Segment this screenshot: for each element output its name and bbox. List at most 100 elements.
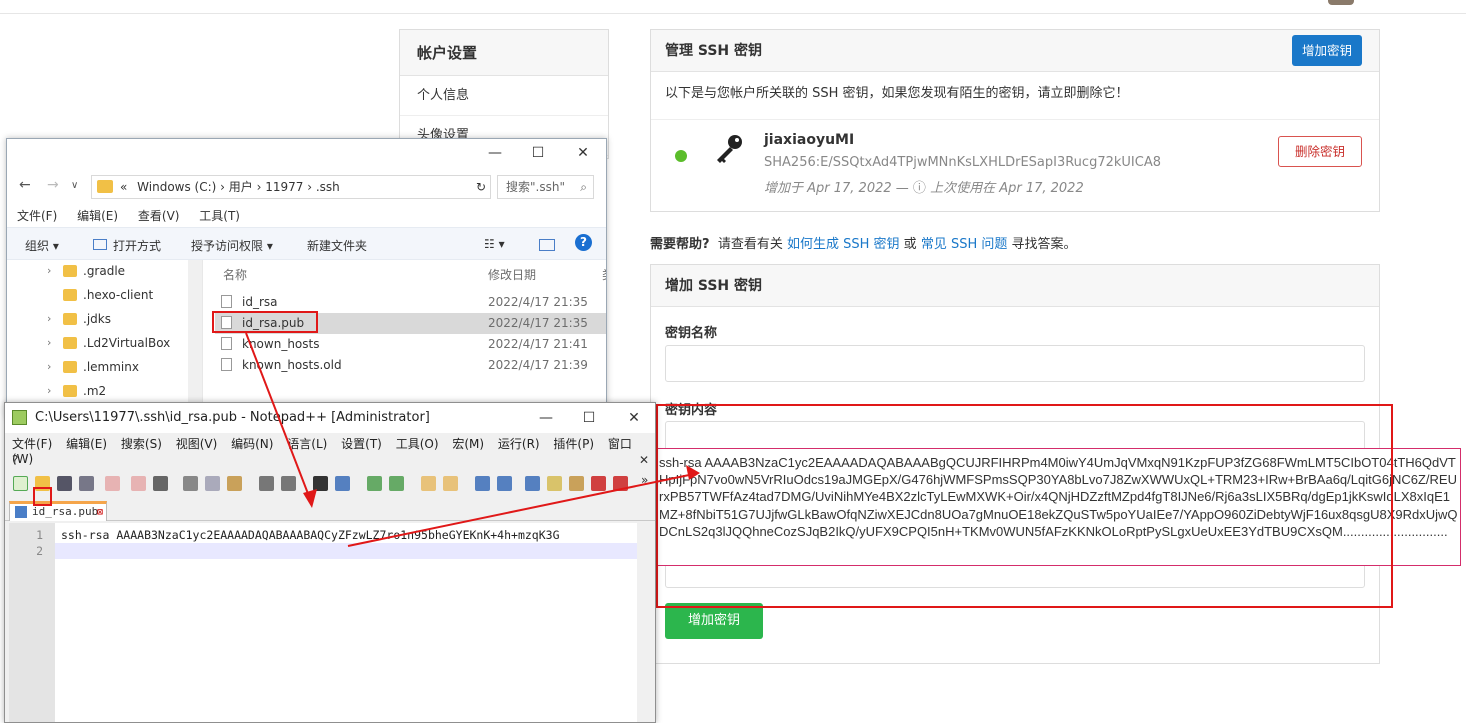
undo-icon[interactable] bbox=[259, 476, 274, 491]
panel-header: 管理 SSH 密钥 增加密钥 bbox=[651, 30, 1379, 72]
tab-close-icon[interactable]: ⊠ bbox=[97, 505, 103, 521]
user-avatar[interactable] bbox=[1328, 0, 1354, 5]
npp-menu-plugins[interactable]: 插件(P) bbox=[553, 437, 594, 451]
record-macro-icon[interactable] bbox=[591, 476, 606, 491]
minimize-icon[interactable]: — bbox=[484, 143, 506, 163]
npp-menu-edit[interactable]: 编辑(E) bbox=[66, 437, 107, 451]
npp-menu-run[interactable]: 运行(R) bbox=[498, 437, 540, 451]
search-icon[interactable]: ⌕ bbox=[580, 176, 587, 198]
maximize-icon[interactable]: ☐ bbox=[578, 408, 600, 428]
folder-icon bbox=[63, 265, 77, 277]
minimize-icon[interactable]: — bbox=[535, 408, 557, 428]
show-all-chars-icon[interactable] bbox=[497, 476, 512, 491]
cut-icon[interactable] bbox=[183, 476, 198, 491]
save-all-icon[interactable] bbox=[79, 476, 94, 491]
tree-item[interactable]: › .gradle bbox=[47, 260, 125, 282]
npp-menu-search[interactable]: 搜索(S) bbox=[121, 437, 162, 451]
address-part-users[interactable]: 用户 bbox=[229, 180, 253, 194]
paste-icon[interactable] bbox=[227, 476, 242, 491]
refresh-icon[interactable]: ↻ bbox=[476, 176, 486, 198]
submit-add-key-button[interactable]: 增加密钥 bbox=[665, 603, 763, 639]
maximize-icon[interactable]: ☐ bbox=[527, 143, 549, 163]
file-name: known_hosts.old bbox=[242, 358, 342, 372]
column-header-date[interactable]: 修改日期 bbox=[488, 266, 536, 283]
tab-id-rsa-pub[interactable]: id_rsa.pub ⊠ bbox=[9, 501, 107, 521]
close-icon[interactable]: ✕ bbox=[623, 408, 645, 428]
file-row[interactable]: id_rsa 2022/4/17 21:35 文 bbox=[215, 292, 607, 313]
user-lang-icon[interactable] bbox=[547, 476, 562, 491]
indent-guide-icon[interactable] bbox=[525, 476, 540, 491]
menu-view[interactable]: 查看(V) bbox=[138, 209, 180, 223]
npp-menu-file[interactable]: 文件(F) bbox=[12, 437, 52, 451]
key-added-date: 增加于 Apr 17, 2022 — bbox=[764, 181, 909, 196]
help-icon[interactable]: ? bbox=[575, 234, 592, 251]
replace-icon[interactable] bbox=[335, 476, 350, 491]
npp-menu-tools[interactable]: 工具(O) bbox=[396, 437, 439, 451]
tree-scrollbar[interactable] bbox=[188, 260, 202, 417]
address-part-drive[interactable]: Windows (C:) bbox=[137, 180, 216, 194]
file-row[interactable]: known_hosts 2022/4/17 21:41 文 bbox=[215, 334, 606, 355]
new-file-icon[interactable] bbox=[13, 476, 28, 491]
menu-edit[interactable]: 编辑(E) bbox=[77, 209, 118, 223]
address-part-user[interactable]: 11977 bbox=[265, 180, 303, 194]
npp-menu-macro[interactable]: 宏(M) bbox=[452, 437, 484, 451]
link-ssh-faq[interactable]: 常见 SSH 问题 bbox=[921, 237, 1008, 252]
delete-key-button[interactable]: 删除密钥 bbox=[1278, 136, 1362, 167]
close-file-icon[interactable] bbox=[105, 476, 120, 491]
search-input[interactable]: 搜索".ssh" ⌕ bbox=[497, 175, 594, 199]
file-type: 文 bbox=[606, 292, 607, 313]
preview-pane-icon[interactable] bbox=[539, 239, 555, 251]
zoom-out-icon[interactable] bbox=[389, 476, 404, 491]
help-text-3: 寻找答案。 bbox=[1011, 237, 1077, 252]
menu-file[interactable]: 文件(F) bbox=[17, 209, 57, 223]
back-arrow-icon[interactable]: ← bbox=[19, 177, 31, 193]
tree-item[interactable]: › .jdks bbox=[47, 308, 111, 330]
view-options-icon[interactable]: ☷ ▾ bbox=[484, 237, 505, 251]
word-wrap-icon[interactable] bbox=[475, 476, 490, 491]
address-bar[interactable]: « Windows (C:) › 用户 › 11977 › .ssh ↻ bbox=[91, 175, 491, 199]
sidebar-item-profile[interactable]: 个人信息 bbox=[400, 76, 608, 116]
tree-item[interactable]: › .m2 bbox=[47, 380, 106, 402]
save-icon[interactable] bbox=[57, 476, 72, 491]
new-folder-button[interactable]: 新建文件夹 bbox=[307, 237, 367, 254]
editor-line-1[interactable]: ssh-rsa AAAAB3NzaC1yc2EAAAADAQABAAABAQCy… bbox=[61, 527, 636, 543]
tree-item[interactable]: .hexo-client bbox=[47, 284, 153, 306]
copy-icon[interactable] bbox=[205, 476, 220, 491]
key-name-input[interactable] bbox=[665, 345, 1365, 382]
chevron-down-icon[interactable]: ∨ bbox=[71, 180, 78, 191]
address-part-ssh[interactable]: .ssh bbox=[316, 180, 340, 194]
help-text-2: 或 bbox=[903, 237, 917, 252]
file-row[interactable]: known_hosts.old 2022/4/17 21:39 C bbox=[215, 355, 606, 376]
text-editor[interactable]: 1 2 ssh-rsa AAAAB3NzaC1yc2EAAAADAQABAAAB… bbox=[9, 523, 639, 722]
add-key-button[interactable]: 增加密钥 bbox=[1291, 35, 1362, 66]
forward-arrow-icon[interactable]: → bbox=[47, 177, 59, 193]
redo-icon[interactable] bbox=[281, 476, 296, 491]
editor-vertical-scrollbar[interactable] bbox=[637, 523, 655, 722]
npp-menu-help[interactable]: ? bbox=[12, 453, 18, 467]
zoom-in-icon[interactable] bbox=[367, 476, 382, 491]
print-icon[interactable] bbox=[153, 476, 168, 491]
organize-button[interactable]: 组织 ▾ bbox=[25, 237, 59, 254]
grant-access-button[interactable]: 授予访问权限 ▾ bbox=[191, 237, 273, 254]
panel-title: 管理 SSH 密钥 bbox=[665, 43, 763, 59]
npp-menu-encoding[interactable]: 编码(N) bbox=[231, 437, 273, 451]
close-doc-icon[interactable]: ✕ bbox=[639, 453, 649, 467]
npp-menu-settings[interactable]: 设置(T) bbox=[341, 437, 382, 451]
menu-tools[interactable]: 工具(T) bbox=[199, 209, 240, 223]
open-with-button[interactable]: 打开方式 bbox=[113, 237, 161, 254]
npp-menu-view[interactable]: 视图(V) bbox=[176, 437, 218, 451]
find-icon[interactable] bbox=[313, 476, 328, 491]
close-all-icon[interactable] bbox=[131, 476, 146, 491]
sync-vertical-icon[interactable] bbox=[421, 476, 436, 491]
stop-macro-icon[interactable] bbox=[613, 476, 628, 491]
tree-item[interactable]: › .Ld2VirtualBox bbox=[47, 332, 170, 354]
npp-menu-language[interactable]: 语言(L) bbox=[287, 437, 327, 451]
column-header-type[interactable]: 类 bbox=[602, 266, 606, 283]
tree-item[interactable]: › .lemminx bbox=[47, 356, 139, 378]
close-icon[interactable]: ✕ bbox=[572, 143, 594, 163]
doc-map-icon[interactable] bbox=[569, 476, 584, 491]
link-generate-ssh-key[interactable]: 如何生成 SSH 密钥 bbox=[787, 237, 900, 252]
sync-horizontal-icon[interactable] bbox=[443, 476, 458, 491]
toolbar-overflow-icon[interactable]: » bbox=[641, 473, 648, 487]
column-header-name[interactable]: 名称 bbox=[223, 266, 247, 283]
